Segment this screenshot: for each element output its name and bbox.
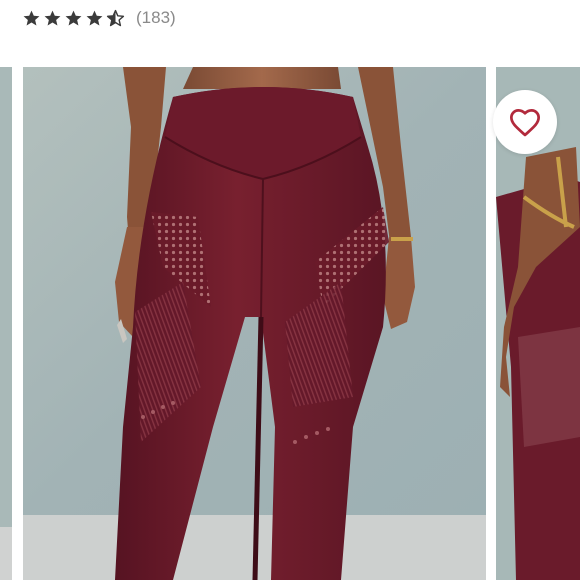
review-count[interactable]: (183)	[136, 8, 176, 28]
product-rating[interactable]: (183)	[22, 5, 176, 31]
star-icon	[23, 10, 40, 26]
product-photo-leggings	[23, 67, 486, 580]
half-star-icon	[106, 9, 125, 26]
gallery-slide-current[interactable]	[23, 67, 486, 580]
star-icon	[65, 10, 82, 26]
star-icon	[44, 10, 61, 26]
star-icon	[86, 10, 103, 26]
favorite-button[interactable]	[493, 90, 557, 154]
gallery-slide-previous[interactable]	[0, 67, 12, 580]
product-image-gallery[interactable]	[0, 67, 580, 580]
heart-icon	[510, 109, 540, 137]
